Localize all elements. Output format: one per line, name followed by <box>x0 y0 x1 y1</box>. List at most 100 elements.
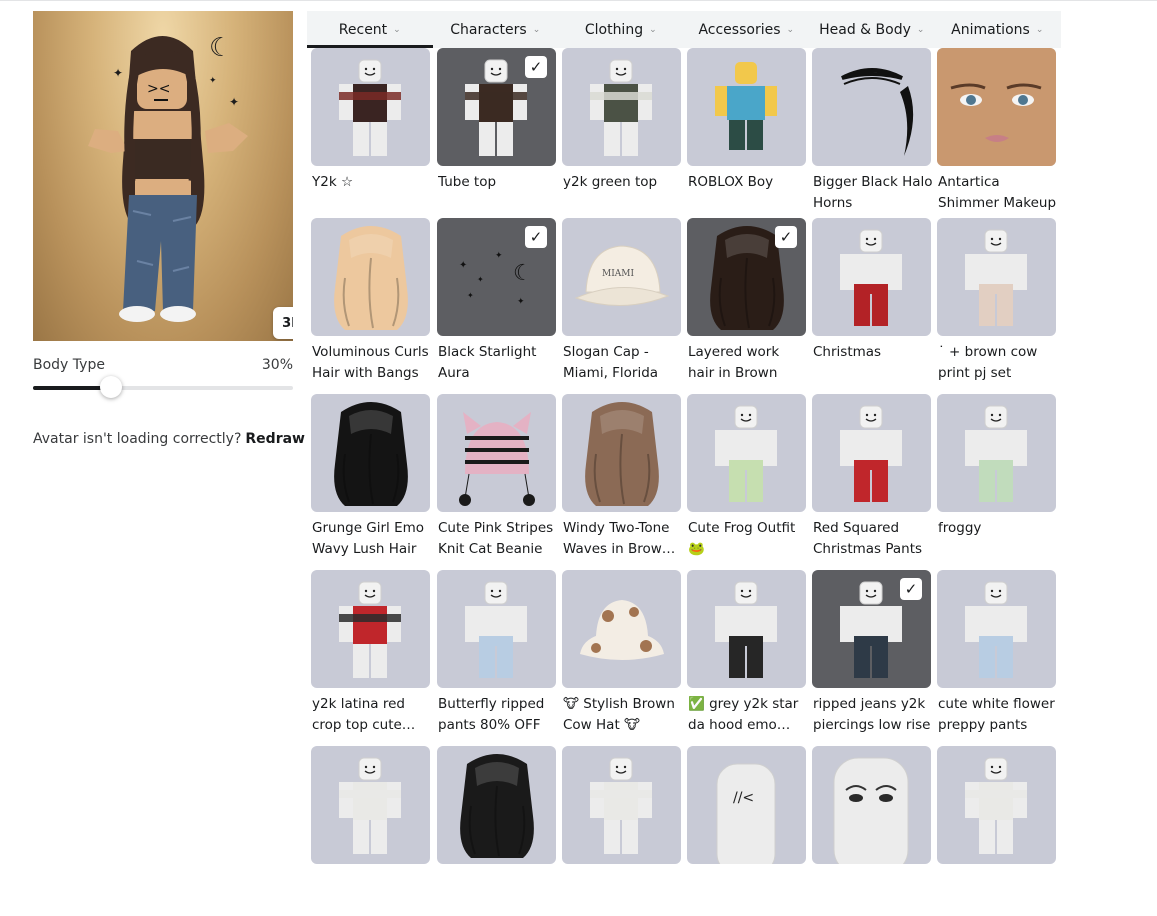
svg-text:☾: ☾ <box>209 33 232 63</box>
svg-text:MIAMI: MIAMI <box>602 269 634 279</box>
item-card[interactable]: Bigger Black Halo Horns <box>812 48 933 218</box>
item-card[interactable]: froggy <box>937 394 1056 564</box>
item-image <box>339 581 401 678</box>
item-card[interactable]: y2k green top <box>562 48 681 218</box>
item-image: MIAMI <box>574 245 670 306</box>
item-card[interactable] <box>812 746 931 916</box>
item-card[interactable]: Grunge Girl Emo Wavy Lush Hair <box>311 394 430 564</box>
item-card[interactable] <box>562 746 681 916</box>
item-thumbnail <box>937 218 1056 336</box>
item-card[interactable]: ROBLOX Boy <box>687 48 806 218</box>
item-card[interactable] <box>437 746 556 916</box>
tab-label: Clothing <box>584 21 644 38</box>
item-card[interactable]: MIAMI Slogan Cap - Miami, Florida <box>562 218 681 388</box>
item-thumbnail <box>311 218 430 336</box>
item-card[interactable] <box>937 746 1056 916</box>
body-type-value: 30% <box>261 357 293 373</box>
item-image <box>841 68 914 156</box>
redraw-notice: Avatar isn't loading correctly? Redraw <box>33 431 305 447</box>
item-card[interactable]: 🐮 Stylish Brown Cow Hat 🐮 <box>562 570 681 740</box>
item-name: Cute Frog Outfit 🐸 <box>688 520 796 557</box>
svg-text:><: >< <box>147 81 170 97</box>
item-image <box>339 59 401 156</box>
checkmark-icon: ✓ <box>900 578 922 600</box>
item-card[interactable]: ✦ ✦ ✦ ☾ ✦ ✦ ✓ Black Starlight Aura <box>437 218 556 388</box>
checkmark-icon: ✓ <box>525 226 547 248</box>
item-image <box>460 754 534 858</box>
chevron-down-icon: ⌄ <box>393 24 401 35</box>
item-name: ˙ + brown cow print pj set <box>938 344 1038 381</box>
item-name: ROBLOX Boy <box>688 174 774 190</box>
body-type-slider-track[interactable] <box>33 386 293 390</box>
item-card[interactable]: Red Squared Christmas Pants <box>812 394 931 564</box>
item-card[interactable]: ˙ + brown cow print pj set <box>937 218 1056 388</box>
item-card[interactable]: Antartica Shimmer Makeup <box>937 48 1056 218</box>
item-name: Y2k ☆ <box>312 174 354 190</box>
item-thumbnail <box>562 746 681 864</box>
item-thumbnail <box>562 394 681 512</box>
item-thumbnail <box>937 570 1056 688</box>
item-image <box>585 402 659 506</box>
item-thumbnail <box>812 746 931 864</box>
item-card[interactable]: //< <box>687 746 806 916</box>
item-image <box>965 757 1027 854</box>
item-image <box>965 405 1027 502</box>
chevron-down-icon: ⌄ <box>1035 24 1044 35</box>
item-image <box>334 402 408 506</box>
item-card[interactable]: ✓ Layered work hair in Brown <box>687 218 806 388</box>
checkmark-icon: ✓ <box>775 226 797 248</box>
redraw-message: Avatar isn't loading correctly? <box>33 431 242 447</box>
item-image <box>965 581 1027 678</box>
checkmark-icon: ✓ <box>525 56 547 78</box>
item-card[interactable]: Windy Two-Tone Waves in Brown and Blonde <box>562 394 681 564</box>
item-thumbnail: ✓ <box>437 48 556 166</box>
item-card[interactable] <box>311 746 430 916</box>
item-thumbnail <box>812 394 931 512</box>
item-thumbnail <box>937 48 1056 166</box>
item-name: Voluminous Curls Hair with Bangs <box>312 344 429 381</box>
item-card[interactable]: Christmas <box>812 218 931 388</box>
item-card[interactable]: ✓ Tube top <box>437 48 556 218</box>
item-image <box>334 226 408 330</box>
avatar-preview[interactable]: ☾ ✦ ✦ ✦ >< 3D <box>33 11 293 341</box>
item-card[interactable]: Cute Frog Outfit 🐸 <box>687 394 806 564</box>
item-thumbnail: ✓ <box>812 570 931 688</box>
item-thumbnail <box>437 746 556 864</box>
item-card[interactable]: Cute Pink Stripes Knit Cat Beanie <box>437 394 556 564</box>
item-card[interactable]: ✓ ripped jeans y2k piercings low rise <box>812 570 931 740</box>
item-thumbnail <box>311 746 430 864</box>
svg-text:✦: ✦ <box>113 66 123 80</box>
item-image <box>833 757 909 864</box>
item-card[interactable]: ✅ grey y2k star da hood emo pants <box>687 570 806 740</box>
item-name: Christmas <box>813 344 882 360</box>
item-thumbnail <box>687 48 806 166</box>
tab-label: Recent <box>338 21 388 38</box>
item-thumbnail <box>687 570 806 688</box>
item-thumbnail <box>311 570 430 688</box>
svg-text:✦: ✦ <box>209 76 217 86</box>
item-card[interactable]: y2k latina red crop top cute shirt <box>311 570 430 740</box>
item-name: 🐮 Stylish Brown Cow Hat 🐮 <box>563 696 675 733</box>
item-name: Layered work hair in Brown <box>688 344 780 381</box>
3d-view-button[interactable]: 3D <box>273 307 293 339</box>
item-card[interactable]: Butterfly ripped pants 80% OFF <box>437 570 556 740</box>
item-image <box>965 229 1027 326</box>
item-name: cute white flower preppy pants <box>938 696 1055 733</box>
item-image <box>715 581 777 678</box>
item-card[interactable]: Y2k ☆ <box>311 48 430 218</box>
tab-label: Head & Body <box>819 21 911 38</box>
item-name: Windy Two-Tone Waves in Brown and Blonde <box>563 520 671 557</box>
body-type-slider-thumb[interactable] <box>100 376 122 398</box>
item-name: ripped jeans y2k piercings low rise <box>813 696 931 733</box>
svg-text://<: //< <box>733 790 754 806</box>
item-thumbnail <box>311 394 430 512</box>
redraw-link[interactable]: Redraw <box>245 431 305 447</box>
item-card[interactable]: Voluminous Curls Hair with Bangs <box>311 218 430 388</box>
avatar-figure: ☾ ✦ ✦ ✦ >< <box>88 33 248 322</box>
item-thumbnail <box>437 570 556 688</box>
chevron-down-icon: ⌄ <box>532 24 541 35</box>
item-thumbnail <box>812 218 931 336</box>
item-name: Tube top <box>438 174 497 190</box>
item-card[interactable]: cute white flower preppy pants <box>937 570 1056 740</box>
item-image <box>339 757 401 854</box>
